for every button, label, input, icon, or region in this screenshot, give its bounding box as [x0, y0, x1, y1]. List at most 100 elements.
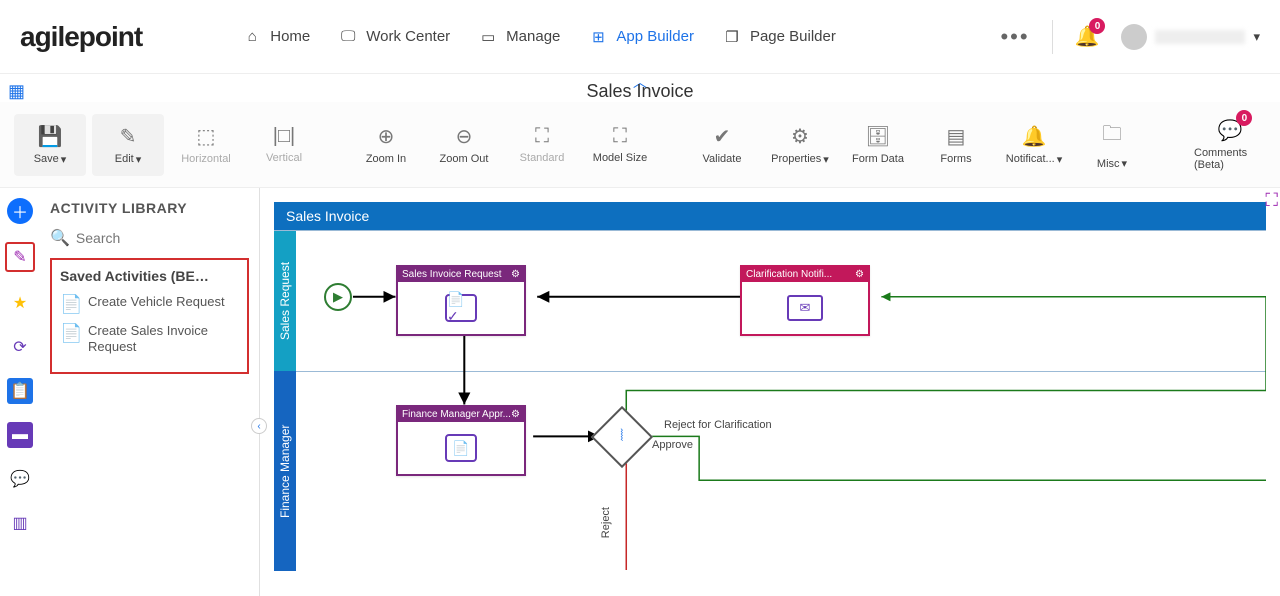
briefcase-icon: ▭ — [478, 27, 498, 47]
clipboard-icon[interactable]: 📋 — [7, 378, 33, 404]
gateway-decision[interactable]: ⦚ — [591, 406, 653, 468]
comment-icon: 💬0 — [1218, 118, 1243, 143]
avatar — [1121, 24, 1147, 50]
gear-icon[interactable]: ⚙ — [511, 409, 520, 420]
save-button[interactable]: 💾 Save▾ — [14, 114, 86, 176]
gateway-icon: ⦚ — [620, 428, 623, 446]
forms-button[interactable]: ▤ Forms — [920, 114, 992, 176]
brand-logo: agilepoint — [20, 21, 142, 53]
refresh-icon[interactable]: ⟳ — [7, 334, 33, 360]
nav-label: Work Center — [366, 28, 450, 45]
favorites-icon[interactable]: ★ — [7, 290, 33, 316]
more-menu[interactable]: ••• — [1000, 24, 1029, 50]
mail-icon: ✉ — [787, 295, 823, 321]
gear-icon[interactable]: ⚙ — [855, 269, 864, 280]
notification-badge: 0 — [1089, 18, 1105, 34]
top-nav: agilepoint ⌂ Home 🖵 Work Center ▭ Manage… — [0, 0, 1280, 74]
gear-icon: ⚙ — [791, 124, 809, 149]
start-event[interactable]: ▶ — [324, 283, 352, 311]
lane-divider — [296, 371, 1266, 372]
fullscreen-icon[interactable]: ⛶ — [1265, 190, 1278, 211]
folder-icon[interactable]: ▬ — [7, 422, 33, 448]
search-input[interactable] — [76, 230, 249, 246]
zoom-in-icon: ⊕ — [378, 124, 395, 149]
saved-activities-section: Saved Activities (BE… 📄 Create Vehicle R… — [50, 258, 249, 374]
chevron-down-icon: ▾ — [61, 153, 67, 166]
activity-label: Clarification Notifi... — [746, 269, 832, 280]
edge-label: Reject — [600, 507, 612, 538]
chevron-down-icon: ▾ — [1253, 29, 1260, 45]
saved-item-label: Create Vehicle Request — [88, 294, 225, 315]
activity-finance-manager-approval[interactable]: Finance Manager Appr...⚙ 📄 — [396, 405, 526, 476]
notifications-tool-button[interactable]: 🔔 Notificat...▾ — [998, 114, 1070, 176]
form-icon: 📄 — [445, 434, 477, 462]
nav-work-center[interactable]: 🖵 Work Center — [338, 27, 450, 47]
model-size-button[interactable]: ⛶ Model Size — [584, 114, 656, 176]
divider — [1052, 20, 1053, 54]
icon-sidebar: ＋ ✎ ★ ⟳ 📋 ▬ 💬 ▥ — [0, 188, 40, 596]
activity-sales-invoice-request[interactable]: Sales Invoice Request ⚙ 📄✓ — [396, 265, 526, 336]
validate-icon: ✔︎ — [714, 124, 731, 149]
user-menu[interactable]: ▾ — [1121, 24, 1260, 50]
lane-label: Finance Manager — [274, 371, 296, 571]
properties-button[interactable]: ⚙ Properties▾ — [764, 114, 836, 176]
database-icon: 🗄 — [865, 124, 890, 149]
vertical-button: |□| Vertical — [248, 114, 320, 176]
activity-clarification-notification[interactable]: Clarification Notifi... ⚙ ✉ — [740, 265, 870, 336]
zoom-in-button[interactable]: ⊕ Zoom In — [350, 114, 422, 176]
edge-label: Reject for Clarification — [664, 419, 772, 431]
nav-label: App Builder — [616, 28, 694, 45]
activity-icon: 📄 — [60, 294, 80, 315]
page-title: Sales Invoice — [586, 81, 693, 102]
zoom-out-icon: ⊖ — [456, 124, 473, 149]
zoom-out-button[interactable]: ⊖ Zoom Out — [428, 114, 500, 176]
add-button[interactable]: ＋ — [7, 198, 33, 224]
nav-home[interactable]: ⌂ Home — [242, 27, 310, 47]
align-horizontal-icon: ⬚ — [197, 124, 216, 149]
horizontal-button: ⬚ Horizontal — [170, 114, 242, 176]
chevron-down-icon: ▾ — [1057, 153, 1063, 166]
saved-title: Saved Activities (BE… — [60, 268, 239, 284]
toolbar: 💾 Save▾ ✎ Edit▾ ⬚ Horizontal |□| Vertica… — [0, 102, 1280, 188]
form-icon: ▤ — [947, 124, 966, 149]
chevron-down-icon: ▾ — [1122, 157, 1128, 170]
notifications-button[interactable]: 🔔 0 — [1075, 24, 1100, 49]
saved-activity-item[interactable]: 📄 Create Sales Invoice Request — [60, 323, 239, 356]
chevron-down-icon: ▾ — [136, 153, 142, 166]
chat-icon[interactable]: 💬 — [7, 466, 33, 492]
gear-icon[interactable]: ⚙ — [511, 269, 520, 280]
apps-grid-icon[interactable]: ▦ — [8, 81, 25, 102]
bell-icon: 🔔 — [1022, 124, 1047, 149]
nav-manage[interactable]: ▭ Manage — [478, 27, 560, 47]
panel-title: ACTIVITY LIBRARY — [50, 200, 249, 216]
nav-app-builder[interactable]: ⊞ App Builder — [588, 27, 694, 47]
misc-button[interactable]: 🗀 Misc▾ — [1076, 114, 1148, 176]
validate-button[interactable]: ✔︎ Validate — [686, 114, 758, 176]
search-row: 🔍 — [50, 228, 249, 248]
activity-icon: 📄 — [60, 323, 80, 356]
comments-button[interactable]: 💬0 Comments (Beta) — [1194, 114, 1266, 176]
main: ＋ ✎ ★ ⟳ 📋 ▬ 💬 ▥ ‹ ACTIVITY LIBRARY 🔍 Sav… — [0, 188, 1280, 596]
nav-page-builder[interactable]: ❐ Page Builder — [722, 27, 836, 47]
fit-standard-icon: ⛶ — [535, 125, 549, 148]
align-vertical-icon: |□| — [273, 125, 295, 148]
activity-library-panel: ‹ ACTIVITY LIBRARY 🔍 Saved Activities (B… — [40, 188, 260, 596]
standard-button: ⛶ Standard — [506, 114, 578, 176]
saved-activity-item[interactable]: 📄 Create Vehicle Request — [60, 294, 239, 315]
edit-button[interactable]: ✎ Edit▾ — [92, 114, 164, 176]
search-icon: 🔍 — [50, 228, 70, 248]
monitor-icon: 🖵 — [338, 27, 358, 47]
process-canvas[interactable]: Sales Request Finance Manager ▶ Sales In… — [274, 230, 1266, 570]
columns-icon[interactable]: ▥ — [7, 510, 33, 536]
canvas-title: Sales Invoice — [274, 202, 1266, 230]
nav-label: Manage — [506, 28, 560, 45]
activity-label: Finance Manager Appr... — [402, 409, 511, 420]
saved-item-label: Create Sales Invoice Request — [88, 323, 239, 356]
form-data-button[interactable]: 🗄 Form Data — [842, 114, 914, 176]
user-name — [1155, 30, 1245, 44]
subheader: ︿ ▦ Sales Invoice — [0, 74, 1280, 102]
activity-label: Sales Invoice Request — [402, 269, 502, 280]
form-check-icon: 📄✓ — [445, 294, 477, 322]
edit-library-icon[interactable]: ✎ — [5, 242, 35, 272]
nav-label: Page Builder — [750, 28, 836, 45]
